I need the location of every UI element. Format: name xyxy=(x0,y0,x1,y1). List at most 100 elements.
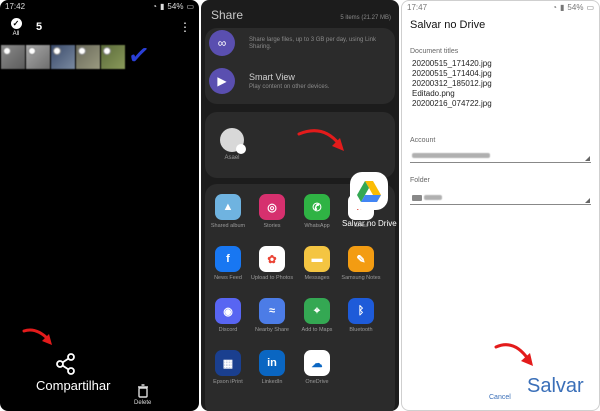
google-drive-button[interactable] xyxy=(350,172,388,210)
thumbnail[interactable] xyxy=(76,45,100,69)
share-app-messages[interactable]: ▬ Messages xyxy=(295,246,339,281)
share-app-label: OneDrive xyxy=(305,379,329,385)
delete-label[interactable]: Delete xyxy=(134,400,151,406)
share-app-shared-album[interactable]: ▲ Shared album xyxy=(206,194,250,229)
share-app-label: Stories xyxy=(263,223,281,229)
select-all-button[interactable]: ✓ All xyxy=(8,17,24,37)
folder-label: Folder xyxy=(410,177,430,184)
contact-share-target[interactable]: Asael xyxy=(217,128,247,161)
share-app-bluetooth[interactable]: ᛒ Bluetooth xyxy=(339,298,383,333)
account-select[interactable] xyxy=(410,149,591,163)
wifi-icon: ◔ xyxy=(152,1,158,11)
share-app-label: Discord xyxy=(218,327,238,333)
instagram-icon: ◎ xyxy=(259,194,285,220)
signal-icon: ▮ xyxy=(160,1,165,11)
file-title: 20200515_171420.jpg xyxy=(412,59,492,68)
select-circle-icon xyxy=(3,47,11,55)
folder-select[interactable] xyxy=(410,191,591,205)
status-bar: 17:42 ◔ ▮ 54% ▭ xyxy=(0,0,199,12)
folder-icon xyxy=(412,195,422,201)
whatsapp-icon: ✆ xyxy=(304,194,330,220)
google-drive-icon xyxy=(357,180,381,202)
share-app-label: Shared album xyxy=(210,223,246,229)
share-app-whatsapp[interactable]: ✆ WhatsApp xyxy=(295,194,339,229)
share-app-label: WhatsApp xyxy=(304,223,330,229)
smart-view-row[interactable]: ▶ Smart View Play content on other devic… xyxy=(209,68,391,94)
thumbnail[interactable] xyxy=(101,45,125,69)
wifi-icon: ◔ xyxy=(552,2,558,12)
status-bar: 17:47 ◔ ▮ 54% ▭ xyxy=(402,1,599,13)
gallery-panel: 17:42 ◔ ▮ 54% ▭ ✓ All 5 ⋮ ✓ Compartilhar… xyxy=(0,0,199,411)
share-app-google-photos[interactable]: ✿ Upload to Photos xyxy=(250,246,294,281)
share-app-label: LinkedIn xyxy=(261,379,283,385)
share-app-instagram[interactable]: ◎ Stories xyxy=(250,194,294,229)
share-app-label: Upload to Photos xyxy=(250,275,294,281)
link-sharing-row[interactable]: ∞ Share large files, up to 3 GB per day,… xyxy=(209,30,391,56)
share-app-maps[interactable]: ⌖ Add to Maps xyxy=(295,298,339,333)
dropdown-arrow-icon xyxy=(585,198,590,203)
share-app-nearby-share[interactable]: ≈ Nearby Share xyxy=(250,298,294,333)
document-titles-label: Document titles xyxy=(410,48,459,55)
share-title: Share xyxy=(211,8,244,22)
select-circle-icon xyxy=(103,47,111,55)
maps-icon: ⌖ xyxy=(304,298,330,324)
battery-icon: ▭ xyxy=(186,1,194,11)
status-battery: 54% xyxy=(167,1,184,11)
selected-count: 5 xyxy=(36,21,43,33)
file-title: 20200312_185012.jpg xyxy=(412,79,492,88)
share-app-label: Nearby Share xyxy=(255,327,289,333)
dialog-title: Salvar no Drive xyxy=(410,19,486,31)
thumbnail[interactable] xyxy=(1,45,25,69)
share-app-onedrive[interactable]: ☁ OneDrive xyxy=(295,350,339,385)
more-options-icon[interactable]: ⋮ xyxy=(179,21,191,33)
save-button[interactable]: Salvar xyxy=(527,375,584,398)
thumbnail-strip xyxy=(1,45,125,69)
save-to-drive-panel: 17:47 ◔ ▮ 54% ▭ Salvar no Drive Document… xyxy=(401,0,600,411)
share-app-label: Bluetooth xyxy=(349,327,373,333)
contact-name: Asael xyxy=(224,155,240,161)
google-drive-label[interactable]: Salvar no Drive xyxy=(342,219,397,228)
share-app-label: Samsung Notes xyxy=(341,275,381,281)
checkmark-icon: ✓ xyxy=(10,17,22,29)
linkedin-icon: in xyxy=(259,350,285,376)
share-icon[interactable] xyxy=(55,353,77,375)
share-app-epson[interactable]: ▦ Epson iPrint xyxy=(206,350,250,385)
messages-icon: ▬ xyxy=(304,246,330,272)
smart-view-desc: Play content on other devices. xyxy=(249,83,330,90)
document-titles-field[interactable]: 20200515_171420.jpg 20200515_171404.jpg … xyxy=(412,59,492,109)
battery-icon: ▭ xyxy=(586,2,594,12)
select-circle-icon xyxy=(53,47,61,55)
dropdown-arrow-icon xyxy=(585,156,590,161)
select-circle-icon xyxy=(28,47,36,55)
bluetooth-icon: ᛒ xyxy=(348,298,374,324)
thumbnail[interactable] xyxy=(51,45,75,69)
share-app-label: Add to Maps xyxy=(301,327,333,333)
cancel-button[interactable]: Cancel xyxy=(489,394,511,401)
smart-view-label: Smart View xyxy=(249,71,295,82)
share-app-label: News Feed xyxy=(214,275,242,281)
drive-badge-icon xyxy=(236,144,246,154)
share-app-discord[interactable]: ◉ Discord xyxy=(206,298,250,333)
discord-icon: ◉ xyxy=(215,298,241,324)
select-all-label: All xyxy=(12,30,20,37)
share-app-linkedin[interactable]: in LinkedIn xyxy=(250,350,294,385)
folder-value-redacted xyxy=(424,195,442,200)
share-app-facebook[interactable]: f News Feed xyxy=(206,246,250,281)
thumbnail[interactable] xyxy=(26,45,50,69)
selection-toolbar: ✓ All 5 ⋮ xyxy=(8,16,191,38)
red-arrow-annotation-icon xyxy=(494,343,533,366)
share-app-samsung-notes[interactable]: ✎ Samsung Notes xyxy=(339,246,383,281)
share-app-label: Epson iPrint xyxy=(213,379,243,385)
trash-icon[interactable] xyxy=(137,384,149,398)
status-time: 17:47 xyxy=(407,3,428,12)
account-value-redacted xyxy=(412,153,490,158)
share-button-label[interactable]: Compartilhar xyxy=(36,378,110,393)
share-app-label: Messages xyxy=(304,275,330,281)
blue-check-annotation-icon: ✓ xyxy=(126,38,152,72)
samsung-notes-icon: ✎ xyxy=(348,246,374,272)
smart-view-icon: ▶ xyxy=(209,68,235,94)
red-arrow-annotation-icon xyxy=(297,129,344,151)
share-summary: 5 items (21.27 MB) xyxy=(340,15,391,21)
avatar xyxy=(220,128,246,154)
shared-album-icon: ▲ xyxy=(215,194,241,220)
